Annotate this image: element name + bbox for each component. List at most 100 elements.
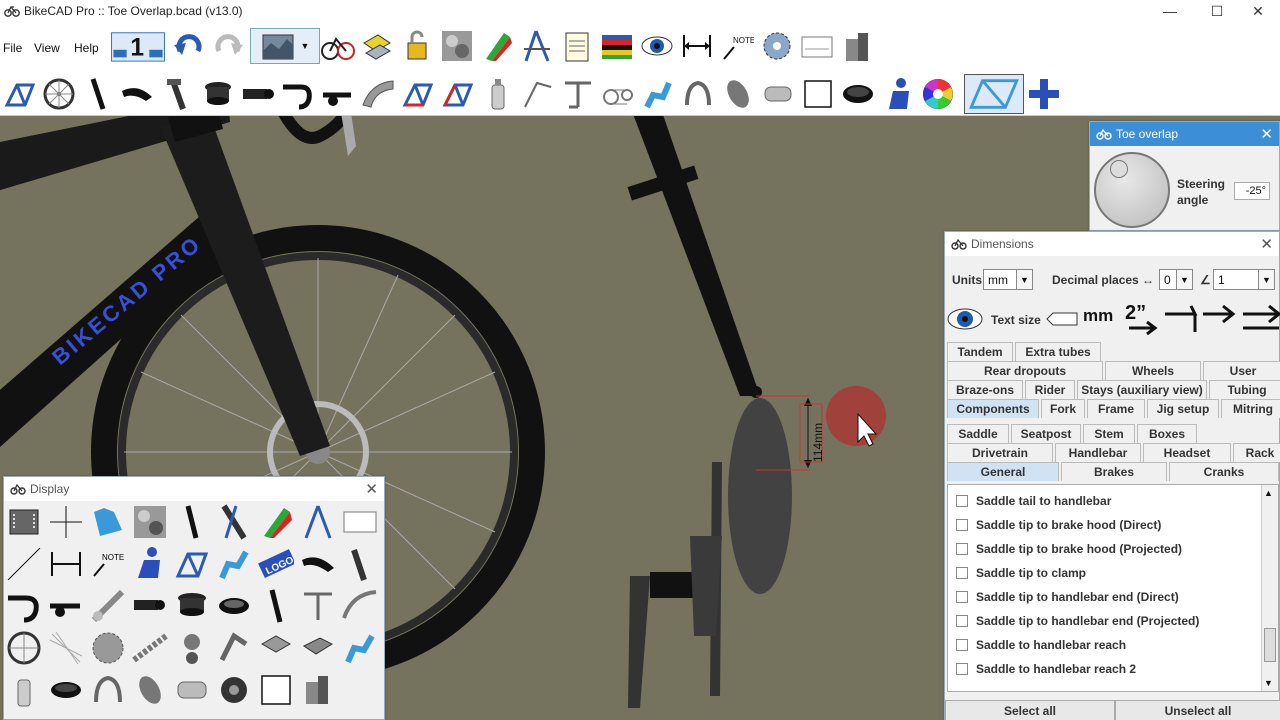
bike-wheel-icon[interactable] [320, 28, 356, 64]
note-icon[interactable]: NOTE [719, 28, 755, 64]
list-item[interactable]: Saddle tip to brake hood (Direct) [956, 515, 1161, 535]
tab-tabs-row4-3[interactable]: Jig setup [1147, 399, 1219, 418]
spacer-icon[interactable] [214, 586, 254, 626]
front-derailleur-icon[interactable] [214, 628, 254, 668]
tab-tabs-row1-1[interactable]: Extra tubes [1015, 342, 1101, 361]
checkbox[interactable] [956, 639, 968, 651]
film-strip-icon[interactable] [4, 502, 44, 542]
wheel-icon[interactable] [41, 76, 77, 112]
frame-stays-icon[interactable] [440, 76, 476, 112]
steering-angle-knob[interactable] [1094, 152, 1170, 228]
minimize-button[interactable]: — [1148, 0, 1192, 22]
paint-icon[interactable] [256, 502, 296, 542]
tube-section-icon[interactable] [840, 76, 876, 112]
crosshair-icon[interactable] [46, 502, 86, 542]
frame-icon[interactable] [172, 544, 212, 584]
scroll-up-icon[interactable]: ▲ [1264, 488, 1273, 498]
saddle-icon[interactable] [298, 544, 338, 584]
checkbox[interactable] [956, 519, 968, 531]
tab-tabs-row4-1[interactable]: Fork [1041, 399, 1085, 418]
units-select[interactable]: mm ▼ [983, 269, 1033, 290]
list-item[interactable]: Saddle to handlebar reach [956, 635, 1126, 655]
tab-subtabs-row1-0[interactable]: Saddle [947, 424, 1009, 443]
text-size-mm[interactable]: mm [1083, 306, 1113, 326]
bike-frame-icon[interactable]: 1 [108, 28, 168, 64]
fender-icon[interactable] [360, 76, 396, 112]
list-item[interactable]: Saddle to handlebar reach 2 [956, 659, 1136, 679]
derailleur-icon[interactable] [640, 76, 676, 112]
dimension-icon[interactable] [679, 28, 715, 64]
close-icon[interactable]: ✕ [365, 480, 378, 498]
tab-subtabs-row1-2[interactable]: Stem [1083, 424, 1135, 443]
rear-derailleur-icon[interactable] [172, 628, 212, 668]
undo-icon[interactable] [171, 28, 207, 64]
disc-brake-icon[interactable] [214, 670, 254, 710]
paint-icon[interactable] [479, 28, 515, 64]
tab-subtabs-row3-0[interactable]: General [947, 462, 1059, 481]
caliper-brake-icon[interactable] [88, 670, 128, 710]
handlebar-icon[interactable] [4, 586, 44, 626]
unselect-all-button[interactable]: Unselect all [1115, 700, 1280, 720]
diagonal-line-icon[interactable] [4, 544, 44, 584]
maximize-button[interactable]: ☐ [1195, 0, 1239, 22]
handlebar-icon[interactable] [280, 76, 316, 112]
tire-icon[interactable] [130, 670, 170, 710]
checkbox[interactable] [956, 495, 968, 507]
checkbox[interactable] [956, 591, 968, 603]
chain-icon[interactable] [130, 628, 170, 668]
checkbox[interactable] [956, 663, 968, 675]
cassette-icon[interactable] [88, 628, 128, 668]
pedal-icon[interactable] [298, 628, 338, 668]
menu-file[interactable]: File [3, 41, 22, 55]
tire-icon[interactable] [720, 76, 756, 112]
chainring-icon[interactable] [759, 28, 795, 64]
tab-tabs-row3-1[interactable]: Rider [1025, 380, 1075, 399]
tab-tabs-row4-4[interactable]: Mitring [1221, 399, 1280, 418]
hub-icon[interactable] [760, 76, 796, 112]
list-item[interactable]: Saddle tip to handlebar end (Projected) [956, 611, 1199, 631]
blank-box-icon[interactable] [256, 670, 296, 710]
crank-tool-icon[interactable] [88, 586, 128, 626]
close-icon[interactable]: ✕ [1260, 235, 1273, 253]
kickstand-icon[interactable] [298, 586, 338, 626]
dimension-icon[interactable] [46, 544, 86, 584]
tube-section-icon[interactable] [46, 670, 86, 710]
crankset-icon[interactable] [256, 628, 296, 668]
background-picker-dropdown[interactable]: ▼ [250, 28, 320, 64]
fork-blade-icon[interactable] [214, 502, 254, 542]
rider-icon[interactable] [130, 544, 170, 584]
menu-help[interactable]: Help [74, 41, 99, 55]
cleat-icon[interactable] [340, 628, 380, 668]
stem-icon[interactable] [130, 586, 170, 626]
list-item[interactable]: Saddle tip to clamp [956, 563, 1086, 583]
tab-tabs-row3-3[interactable]: Tubing [1209, 380, 1280, 399]
tab-tabs-row4-2[interactable]: Frame [1087, 399, 1145, 418]
close-icon[interactable]: ✕ [1260, 125, 1273, 143]
saddle-icon[interactable] [119, 76, 155, 112]
add-icon[interactable] [1026, 76, 1062, 112]
tab-subtabs-row1-1[interactable]: Seatpost [1011, 424, 1081, 443]
tab-tabs-row2-2[interactable]: User [1203, 361, 1280, 380]
color-wheel-icon[interactable] [920, 76, 956, 112]
tab-tabs-row1-0[interactable]: Tandem [947, 342, 1013, 361]
dimension-box-icon[interactable] [799, 28, 835, 64]
tab-subtabs-row2-3[interactable]: Rack [1233, 443, 1280, 462]
drafting-compass-icon[interactable] [298, 502, 338, 542]
stem-icon[interactable] [240, 76, 276, 112]
tab-tabs-row4-0[interactable]: Components [947, 399, 1039, 418]
checkbox[interactable] [956, 567, 968, 579]
list-item[interactable]: Saddle tail to handlebar [956, 491, 1111, 511]
scrollbar[interactable]: ▲ ▼ [1261, 485, 1278, 691]
drafting-compass-icon[interactable] [519, 28, 555, 64]
eye-icon[interactable] [639, 28, 675, 64]
tab-tabs-row3-2[interactable]: Stays (auxiliary view) [1077, 380, 1207, 399]
headset-icon[interactable] [200, 76, 236, 112]
lock-icon[interactable] [399, 28, 435, 64]
tab-subtabs-row2-1[interactable]: Handlebar [1055, 443, 1141, 462]
pedals-icon[interactable] [359, 28, 395, 64]
aero-bars-icon[interactable] [320, 76, 356, 112]
checkbox[interactable] [956, 543, 968, 555]
steering-angle-field[interactable]: -25° [1234, 182, 1270, 200]
checkbox[interactable] [956, 615, 968, 627]
frame-red-icon[interactable] [400, 76, 436, 112]
